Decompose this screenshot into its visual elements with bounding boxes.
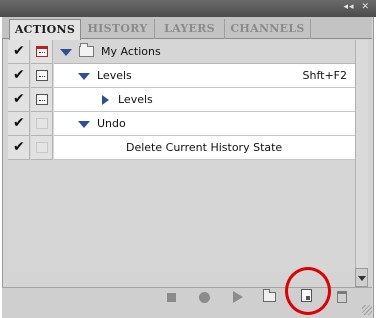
window-buttons: ◂◂ ✕ bbox=[341, 2, 370, 12]
action-label: Undo bbox=[97, 117, 126, 130]
toggle-dialog-checkbox[interactable] bbox=[31, 112, 53, 136]
action-row-content[interactable]: Levels Shft+F2 bbox=[54, 64, 355, 88]
highlight-circle bbox=[285, 267, 331, 315]
toggle-item-checkbox[interactable]: ✔ bbox=[8, 40, 30, 64]
toggle-dialog-checkbox[interactable] bbox=[31, 64, 53, 88]
toggle-item-checkbox[interactable]: ✔ bbox=[8, 64, 30, 88]
checkmark-icon: ✔ bbox=[13, 43, 25, 59]
empty-dialog-slot bbox=[36, 118, 48, 129]
command-label: Levels bbox=[118, 93, 153, 106]
toggle-dialog-checkbox[interactable] bbox=[31, 88, 53, 112]
tab-layers[interactable]: LAYERS bbox=[155, 19, 225, 39]
checkmark-icon: ✔ bbox=[13, 115, 25, 131]
folder-icon bbox=[79, 43, 94, 57]
red-dialog-icon bbox=[36, 46, 48, 57]
expand-triangle-icon[interactable] bbox=[60, 49, 72, 56]
close-icon[interactable]: ✕ bbox=[361, 2, 370, 12]
stop-icon[interactable] bbox=[167, 293, 176, 302]
collapse-icon[interactable]: ◂◂ bbox=[344, 2, 355, 12]
action-row-content[interactable]: Undo bbox=[54, 112, 355, 136]
toggle-dialog-checkbox[interactable] bbox=[31, 40, 53, 64]
action-label: Levels bbox=[97, 69, 132, 82]
dialog-icon bbox=[36, 94, 48, 105]
list-item-levels-command[interactable]: ✔ Levels bbox=[8, 88, 355, 112]
list-item-delete-history-state[interactable]: ✔ Delete Current History State bbox=[8, 136, 355, 160]
command-row-content[interactable]: Delete Current History State bbox=[54, 136, 355, 160]
toggle-item-checkbox[interactable]: ✔ bbox=[8, 88, 30, 112]
actions-list: ✔ My Actions ✔ Levels Shft+F2 ✔ Levels ✔… bbox=[8, 40, 368, 272]
list-item-undo-action[interactable]: ✔ Undo bbox=[8, 112, 355, 136]
command-row-content[interactable]: Levels bbox=[54, 88, 355, 112]
toggle-item-checkbox[interactable]: ✔ bbox=[8, 112, 30, 136]
dialog-icon bbox=[36, 70, 48, 81]
checkmark-icon: ✔ bbox=[13, 67, 25, 83]
panel-tabs: ACTIONS HISTORY LAYERS CHANNELS ▾≡ bbox=[2, 17, 372, 49]
toggle-dialog-checkbox[interactable] bbox=[31, 136, 53, 160]
play-icon[interactable] bbox=[233, 291, 243, 303]
new-set-icon[interactable] bbox=[263, 289, 276, 302]
tab-actions[interactable]: ACTIONS bbox=[9, 19, 81, 40]
record-icon[interactable] bbox=[199, 292, 210, 303]
resize-grip-icon[interactable] bbox=[362, 305, 372, 315]
shortcut-label: Shft+F2 bbox=[302, 69, 348, 82]
set-label: My Actions bbox=[101, 45, 161, 58]
checkmark-icon: ✔ bbox=[13, 139, 25, 155]
toggle-item-checkbox[interactable]: ✔ bbox=[8, 136, 30, 160]
tab-channels[interactable]: CHANNELS bbox=[225, 19, 311, 39]
expand-triangle-icon[interactable] bbox=[78, 121, 90, 128]
list-item-my-actions[interactable]: ✔ My Actions bbox=[8, 40, 355, 64]
vertical-scrollbar[interactable] bbox=[355, 40, 368, 287]
collapsed-triangle-icon[interactable] bbox=[102, 95, 109, 105]
checkmark-icon: ✔ bbox=[13, 91, 25, 107]
trash-icon[interactable] bbox=[337, 291, 347, 303]
command-label: Delete Current History State bbox=[126, 141, 283, 154]
expand-triangle-icon[interactable] bbox=[78, 73, 90, 80]
scroll-down-arrow-icon[interactable] bbox=[355, 268, 368, 287]
tab-history[interactable]: HISTORY bbox=[81, 19, 155, 39]
list-item-levels-action[interactable]: ✔ Levels Shft+F2 bbox=[8, 64, 355, 88]
panel-titlebar: ◂◂ ✕ bbox=[0, 0, 376, 17]
set-row-content[interactable]: My Actions bbox=[54, 40, 355, 64]
empty-dialog-slot bbox=[36, 142, 48, 153]
